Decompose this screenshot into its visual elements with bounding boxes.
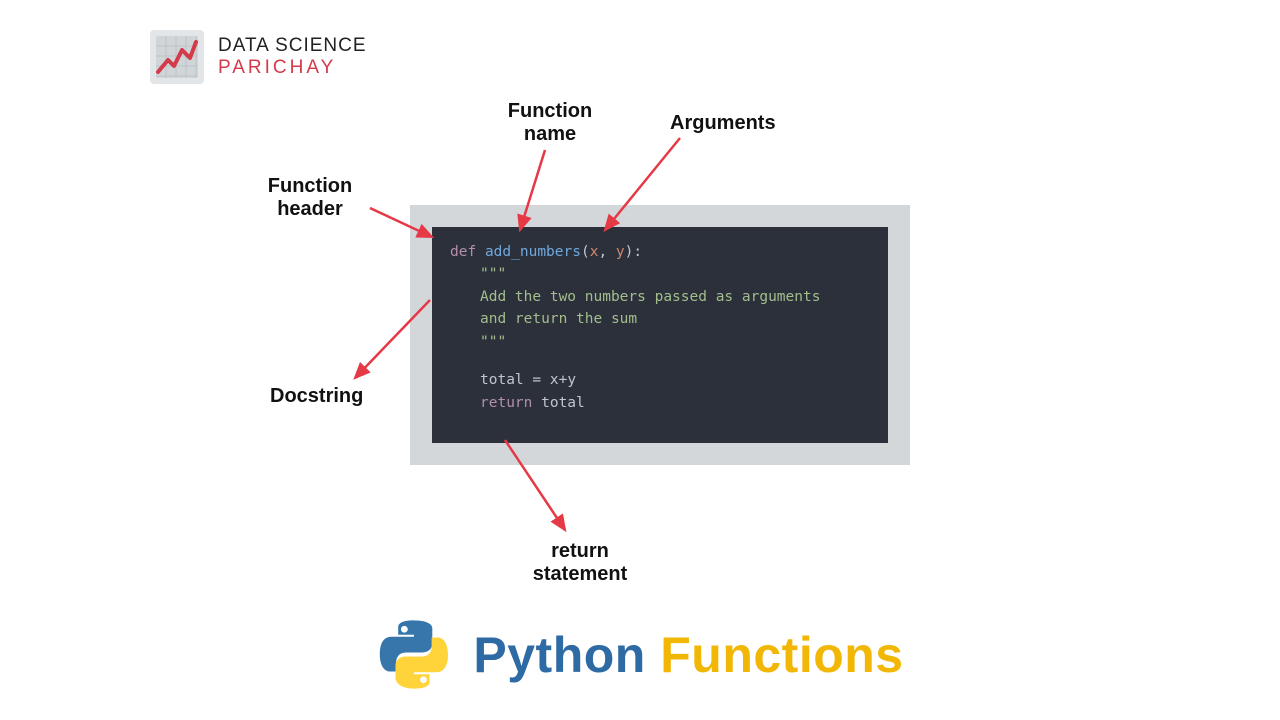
brand-icon <box>150 30 204 84</box>
token-triple-quote-close: """ <box>450 331 870 353</box>
label-function-header: Functionheader <box>250 175 370 221</box>
brand-line2: PARICHAY <box>218 57 367 79</box>
title-text: Python Functions <box>473 626 903 684</box>
token-param-sep: , <box>598 244 615 260</box>
brand-logo: DATA SCIENCE PARICHAY <box>150 30 367 84</box>
python-icon <box>376 617 451 692</box>
token-def: def <box>450 244 476 260</box>
page-title: Python Functions <box>376 617 903 692</box>
token-return: return <box>480 395 532 411</box>
token-triple-quote-open: """ <box>450 263 870 285</box>
label-function-name: Functionname <box>490 100 610 146</box>
code-block: def add_numbers(x, y): """ Add the two n… <box>432 227 888 443</box>
brand-line1: DATA SCIENCE <box>218 35 367 57</box>
token-doc-line2: and return the sum <box>450 308 870 330</box>
code-line-header: def add_numbers(x, y): <box>450 241 870 263</box>
code-line-return: return total <box>450 392 870 414</box>
token-param-y: y <box>616 244 625 260</box>
token-eq: = <box>524 372 550 388</box>
code-stamp-frame: def add_numbers(x, y): """ Add the two n… <box>410 205 910 465</box>
token-total: total <box>480 372 524 388</box>
title-word-python: Python <box>473 627 645 683</box>
label-arguments: Arguments <box>670 112 776 135</box>
token-paren-close: ): <box>625 244 642 260</box>
brand-text: DATA SCIENCE PARICHAY <box>218 35 367 79</box>
token-func-name: add_numbers <box>485 244 581 260</box>
token-paren-open: ( <box>581 244 590 260</box>
code-line-assign: total = x+y <box>450 369 870 391</box>
token-x: x <box>550 372 559 388</box>
token-return-val: total <box>532 395 584 411</box>
label-return-statement: returnstatement <box>510 540 650 586</box>
label-docstring: Docstring <box>270 385 363 408</box>
token-y: y <box>567 372 576 388</box>
title-word-functions: Functions <box>660 627 903 683</box>
token-doc-line1: Add the two numbers passed as arguments <box>450 286 870 308</box>
